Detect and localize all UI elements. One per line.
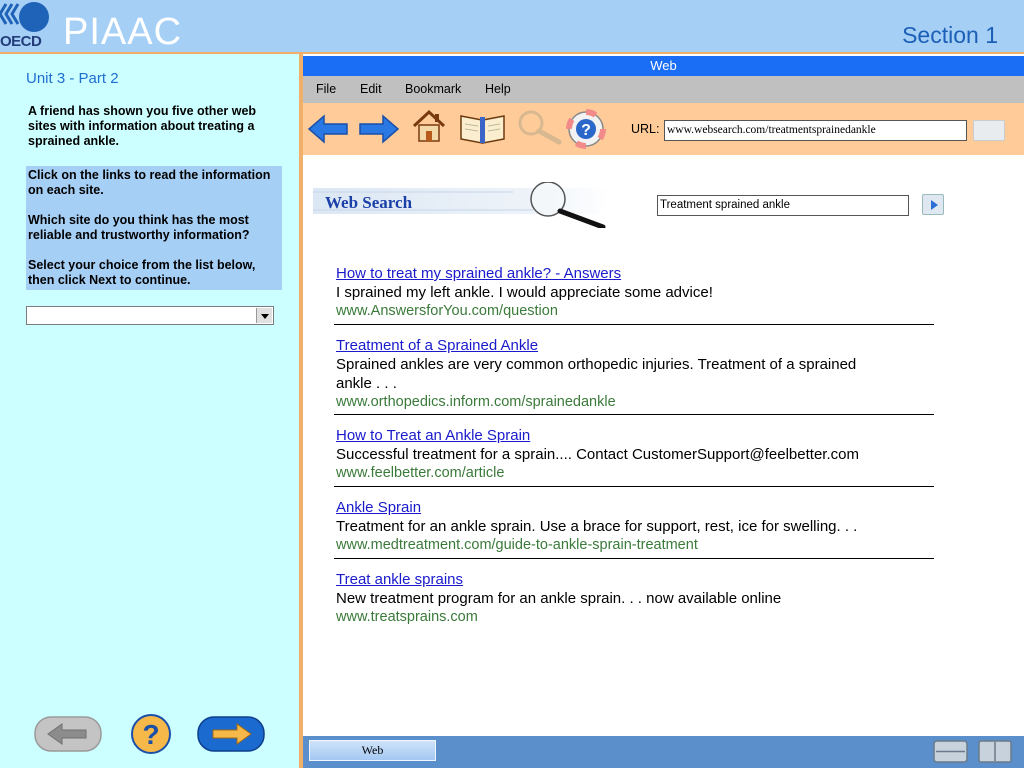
search-input[interactable]: Treatment sprained ankle	[657, 195, 909, 216]
question-intro: A friend has shown you five other web si…	[28, 104, 257, 148]
split-layout-icon[interactable]	[978, 740, 1012, 763]
result-url: www.feelbetter.com/article	[336, 465, 505, 481]
stacked-layout-icon[interactable]	[933, 740, 968, 763]
search-result: Ankle Sprain Treatment for an ankle spra…	[336, 499, 934, 554]
result-url: www.orthopedics.inform.com/sprainedankle	[336, 394, 616, 410]
window-title: Web	[303, 56, 1024, 76]
program-title: PIAAC	[63, 11, 183, 53]
result-divider	[334, 324, 934, 325]
menu-file[interactable]: File	[316, 82, 336, 96]
result-link[interactable]: How to treat my sprained ankle? - Answer…	[336, 265, 934, 283]
magnifier-icon[interactable]	[515, 109, 563, 145]
forward-arrow-icon[interactable]	[358, 113, 400, 145]
taskbar: Web	[303, 736, 1024, 768]
help-lifebuoy-icon[interactable]: ?	[566, 109, 606, 149]
result-link[interactable]: Treatment of a Sprained Ankle	[336, 337, 934, 355]
result-description: I sprained my left ankle. I would apprec…	[336, 284, 713, 301]
next-button[interactable]	[197, 716, 265, 752]
search-button[interactable]	[922, 194, 944, 215]
search-result: Treatment of a Sprained Ankle Sprained a…	[336, 337, 934, 411]
answer-select[interactable]	[26, 306, 274, 325]
section-title: Section 1	[902, 22, 998, 48]
app-header: OECD PIAAC Section 1	[0, 0, 1024, 52]
instruction-text: Which site do you think has the most rel…	[28, 213, 250, 242]
instruction-text: Select your choice from the list below, …	[28, 258, 256, 287]
result-url: www.medtreatment.com/guide-to-ankle-spra…	[336, 537, 698, 553]
result-description: Sprained ankles are very common orthoped…	[336, 356, 857, 392]
result-link[interactable]: Ankle Sprain	[336, 499, 934, 517]
result-description: Treatment for an ankle sprain. Use a bra…	[336, 518, 858, 535]
svg-text:?: ?	[581, 122, 591, 139]
book-icon[interactable]	[458, 111, 508, 145]
help-button[interactable]: ?	[129, 713, 173, 755]
browser-toolbar: ? URL: www.websearch.com/treatmentsprain…	[303, 103, 1024, 155]
question-icon: ?	[142, 719, 159, 750]
result-divider	[334, 558, 934, 559]
back-button[interactable]	[34, 716, 102, 752]
search-result: How to treat my sprained ankle? - Answer…	[336, 265, 934, 320]
menu-bookmark[interactable]: Bookmark	[405, 82, 461, 96]
result-divider	[334, 486, 934, 487]
back-arrow-icon[interactable]	[307, 113, 349, 145]
oecd-logo-text: OECD	[0, 33, 42, 50]
result-description: New treatment program for an ankle sprai…	[336, 590, 782, 607]
result-description: Successful treatment for a sprain.... Co…	[336, 446, 859, 463]
menu-edit[interactable]: Edit	[360, 82, 382, 96]
result-url: www.treatsprains.com	[336, 609, 478, 625]
browser-window: Web File Edit Bookmark Help ? URL: www.w…	[303, 54, 1024, 768]
chevron-down-icon[interactable]	[256, 308, 272, 323]
home-icon[interactable]	[411, 109, 447, 145]
search-result: Treat ankle sprains New treatment progra…	[336, 571, 934, 626]
web-search-title: Web Search	[325, 193, 413, 212]
question-panel: Unit 3 - Part 2 A friend has shown you f…	[0, 54, 299, 768]
url-go-button[interactable]	[973, 120, 1005, 141]
url-label: URL:	[631, 122, 660, 136]
instruction-text: Click on the links to read the informati…	[28, 168, 271, 197]
search-result: How to Treat an Ankle Sprain Successful …	[336, 427, 934, 482]
url-input[interactable]: www.websearch.com/treatmentsprainedankle	[664, 120, 967, 141]
instruction-box: Click on the links to read the informati…	[26, 166, 282, 290]
menu-help[interactable]: Help	[485, 82, 511, 96]
result-link[interactable]: How to Treat an Ankle Sprain	[336, 427, 934, 445]
unit-title: Unit 3 - Part 2	[26, 70, 119, 87]
result-link[interactable]: Treat ankle sprains	[336, 571, 934, 589]
menu-bar: File Edit Bookmark Help	[303, 76, 1024, 103]
result-divider	[334, 414, 934, 415]
taskbar-web-button[interactable]: Web	[309, 740, 436, 761]
result-url: www.AnswersforYou.com/question	[336, 303, 558, 319]
